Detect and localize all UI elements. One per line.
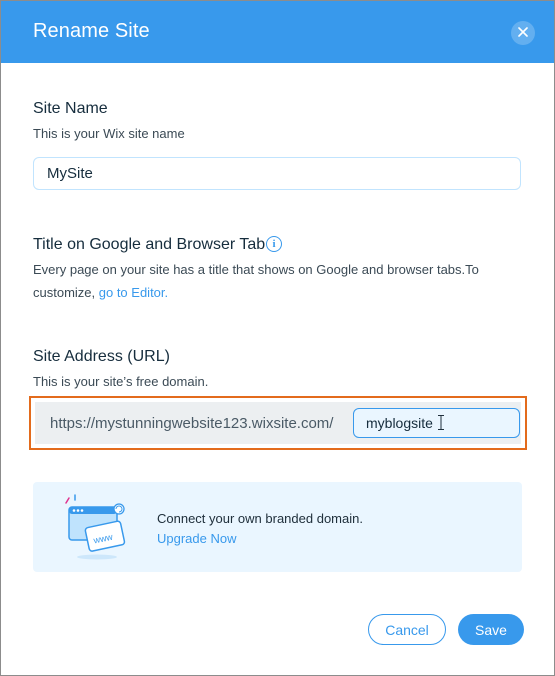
www-browser-icon: www xyxy=(65,494,126,560)
site-address-label: Site Address (URL) xyxy=(33,348,170,365)
url-prefix: https://mystunningwebsite123.wixsite.com… xyxy=(50,415,334,432)
upgrade-now-link[interactable]: Upgrade Now xyxy=(157,531,237,546)
upgrade-promo: www Connect your own branded domain. Upg… xyxy=(33,482,522,572)
url-highlight-box: https://mystunningwebsite123.wixsite.com… xyxy=(29,396,527,450)
site-name-description: This is your Wix site name xyxy=(33,126,185,141)
close-button[interactable] xyxy=(511,21,535,45)
seo-description-text: Every page on your site has a title that… xyxy=(33,262,479,277)
rename-site-dialog: Rename Site Site Name This is your Wix s… xyxy=(0,0,555,676)
text-cursor-icon xyxy=(438,415,444,430)
site-address-description: This is your site’s free domain. xyxy=(33,374,209,389)
site-slug-input[interactable] xyxy=(353,408,520,438)
cancel-button[interactable]: Cancel xyxy=(368,614,446,645)
dialog-title: Rename Site xyxy=(33,20,150,42)
save-button[interactable]: Save xyxy=(458,614,524,645)
seo-title-label: Title on Google and Browser Tab xyxy=(33,236,266,253)
seo-title-description: Every page on your site has a title that… xyxy=(33,258,513,304)
url-field: https://mystunningwebsite123.wixsite.com… xyxy=(35,402,521,444)
promo-text: Connect your own branded domain. xyxy=(157,511,363,526)
site-name-input[interactable] xyxy=(33,157,521,190)
close-icon xyxy=(518,24,528,42)
dialog-header: Rename Site xyxy=(1,1,554,63)
site-name-label: Site Name xyxy=(33,100,108,117)
info-icon[interactable]: i xyxy=(266,236,282,252)
go-to-editor-link[interactable]: go to Editor. xyxy=(99,285,168,300)
seo-description-text-2: customize, xyxy=(33,285,99,300)
